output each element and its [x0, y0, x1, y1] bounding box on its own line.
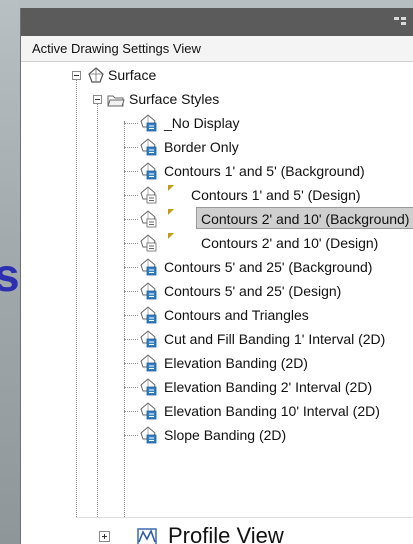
collapse-icon[interactable]	[93, 95, 102, 104]
tree-branch-line	[124, 387, 138, 388]
tree-node-style[interactable]: Contours 5' and 25' (Background)	[21, 255, 413, 279]
panel-menu-icon[interactable]	[393, 16, 407, 26]
tree-node-style[interactable]: Elevation Banding 10' Interval (2D)	[21, 399, 413, 423]
toolspace-settings-panel: Active Drawing Settings View Surface Sur…	[20, 8, 413, 544]
style-icon	[140, 306, 157, 324]
tree-node-surface[interactable]: Surface	[21, 63, 413, 87]
tree-node-label: Contours 5' and 25' (Background)	[164, 259, 373, 275]
modified-flag-icon	[168, 185, 174, 191]
tree-branch-line	[124, 243, 138, 244]
modified-flag-icon	[168, 209, 174, 215]
tree-node-label: Elevation Banding (2D)	[164, 355, 308, 371]
tree-branch-line	[124, 411, 138, 412]
tree-branch-line	[124, 267, 138, 268]
tree-node-label: Contours 1' and 5' (Background)	[164, 163, 365, 179]
style-icon	[140, 426, 157, 444]
style-icon	[140, 234, 157, 252]
modified-flag-icon	[168, 233, 174, 239]
tree-node-label: Elevation Banding 10' Interval (2D)	[164, 403, 380, 419]
tree-node-style[interactable]: _No Display	[21, 111, 413, 135]
tree-branch-line	[124, 339, 138, 340]
tree-node-label: Slope Banding (2D)	[164, 427, 287, 443]
tree-node-label: Elevation Banding 2' Interval (2D)	[164, 379, 373, 395]
tree-node-label: _No Display	[164, 115, 240, 131]
style-icon	[140, 114, 157, 132]
tree-node-style[interactable]: Slope Banding (2D)	[21, 423, 413, 447]
tree-node-style[interactable]: Elevation Banding (2D)	[21, 351, 413, 375]
panel-titlebar	[21, 8, 413, 36]
tree-node-label: Contours 2' and 10' (Background)	[201, 211, 410, 227]
tree-branch-line	[124, 123, 138, 124]
background-partial-letter: s	[0, 249, 20, 301]
tree-node-label: Cut and Fill Banding 1' Interval (2D)	[164, 331, 386, 347]
profile-view-icon	[137, 528, 157, 544]
tree-branch-line	[124, 219, 138, 220]
folder-icon	[107, 95, 125, 107]
tree-node-label: Contours 2' and 10' (Design)	[201, 235, 379, 251]
tree-node-style[interactable]: Border Only	[21, 135, 413, 159]
style-icon	[140, 330, 157, 348]
style-icon	[140, 210, 157, 228]
surface-icon	[88, 67, 104, 83]
tree-branch-line	[124, 147, 138, 148]
view-selector[interactable]: Active Drawing Settings View	[21, 36, 413, 62]
tree-node-surface-styles[interactable]: Surface Styles	[21, 87, 413, 111]
tree-branch-line	[124, 315, 138, 316]
style-icon	[140, 258, 157, 276]
style-icon	[140, 162, 157, 180]
settings-tree: Surface Surface Styles _No Display Borde…	[21, 63, 413, 518]
style-icon	[140, 402, 157, 420]
collapse-icon[interactable]	[72, 71, 81, 80]
tree-node-style[interactable]: Contours 5' and 25' (Design)	[21, 279, 413, 303]
expand-icon[interactable]	[99, 531, 110, 542]
style-icon	[140, 354, 157, 372]
tree-node-label: Surface Styles	[129, 91, 220, 107]
tree-branch-line	[124, 171, 138, 172]
style-icon	[140, 282, 157, 300]
tree-node-style[interactable]: Contours 1' and 5' (Background)	[21, 159, 413, 183]
style-icon	[140, 138, 157, 156]
tree-node-style[interactable]: Cut and Fill Banding 1' Interval (2D)	[21, 327, 413, 351]
tree-branch-line	[124, 195, 138, 196]
tree-node-style[interactable]: Contours and Triangles	[21, 303, 413, 327]
tree-branch-line	[124, 291, 138, 292]
tree-node-style[interactable]: Contours 2' and 10' (Design)	[21, 231, 413, 255]
desktop-strip	[20, 0, 413, 8]
tree-node-label: Border Only	[164, 139, 239, 155]
tree-node-label: Profile View	[168, 523, 284, 544]
tree-branch-line	[124, 363, 138, 364]
style-icon	[140, 378, 157, 396]
style-icon	[140, 186, 157, 204]
tree-node-label: Contours and Triangles	[164, 307, 309, 323]
tree-node-profile-view[interactable]: Profile View	[76, 517, 413, 544]
tree-node-label: Contours 5' and 25' (Design)	[164, 283, 342, 299]
tree-node-style-selected[interactable]: Contours 2' and 10' (Background)	[21, 207, 413, 231]
tree-node-style[interactable]: Elevation Banding 2' Interval (2D)	[21, 375, 413, 399]
tree-node-label: Surface	[108, 67, 157, 83]
tree-node-style[interactable]: Contours 1' and 5' (Design)	[21, 183, 413, 207]
tree-node-label: Contours 1' and 5' (Design)	[191, 187, 361, 203]
tree-branch-line	[124, 435, 138, 436]
